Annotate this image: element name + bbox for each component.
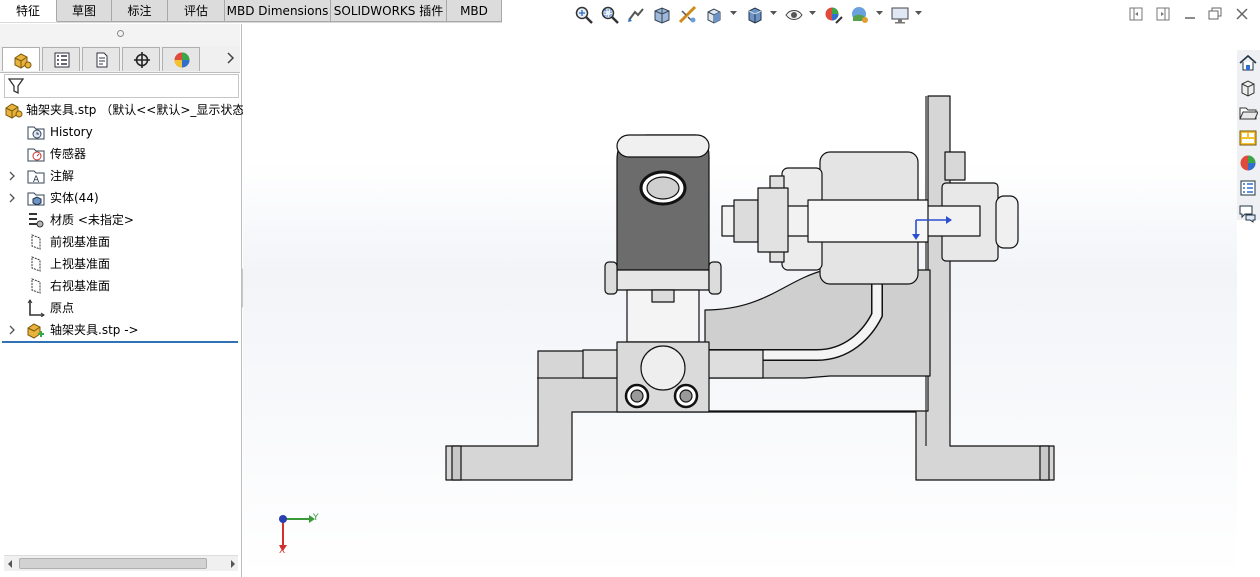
command-manager-tabs: 特征 草图 标注 评估 MBD Dimensions SOLIDWORKS 插件… [0, 0, 502, 23]
previous-view-icon[interactable] [626, 5, 646, 25]
custom-properties-icon[interactable] [1238, 178, 1258, 198]
plane-icon [27, 255, 45, 273]
task-pane [1237, 50, 1260, 223]
tree-item-solid-bodies[interactable]: 实体(44) [0, 188, 240, 208]
history-folder-icon [27, 123, 45, 141]
hide-show-items-icon[interactable] [784, 5, 804, 25]
tree-item-origin[interactable]: 原点 [0, 298, 240, 318]
imported-part-icon [27, 321, 45, 339]
forum-icon[interactable] [1238, 203, 1258, 223]
close-icon[interactable] [1234, 6, 1250, 22]
tab-solidworks-addins[interactable]: SOLIDWORKS 插件 [331, 0, 447, 22]
chevron-down-icon[interactable] [809, 9, 816, 16]
tab-sketch[interactable]: 草图 [57, 0, 112, 22]
restore-icon[interactable] [1207, 6, 1223, 22]
edit-appearance-icon[interactable] [824, 5, 844, 25]
tab-markup[interactable]: 标注 [112, 0, 168, 22]
tree-item-front-plane[interactable]: 前视基准面 [0, 232, 240, 252]
tree-item-top-plane[interactable]: 上视基准面 [0, 254, 240, 274]
origin-icon [27, 299, 45, 317]
manager-tabs [0, 46, 240, 73]
tab-features[interactable]: 特征 [0, 0, 57, 22]
zoom-to-area-icon[interactable] [600, 5, 620, 25]
chevron-right-icon[interactable] [224, 51, 236, 65]
material-icon [27, 211, 45, 229]
expand-arrow-icon[interactable] [8, 325, 16, 335]
model-view[interactable] [243, 24, 1237, 577]
tab-evaluate[interactable]: 评估 [168, 0, 225, 22]
plane-icon [27, 233, 45, 251]
tree-item-material[interactable]: 材质 <未指定> [0, 210, 240, 230]
tree-item-label: 前视基准面 [50, 235, 111, 249]
section-view-icon[interactable] [652, 5, 672, 25]
chevron-down-icon[interactable] [730, 9, 737, 16]
plane-icon [27, 277, 45, 295]
dimxpertmanager-icon[interactable] [122, 47, 160, 71]
tree-item-label: 注解 [50, 169, 75, 183]
triad-y-label: Y [313, 513, 319, 523]
tab-mbd[interactable]: MBD [447, 0, 502, 22]
tree-item-annotations[interactable]: A 注解 [0, 166, 240, 186]
tree-item-history[interactable]: History [0, 122, 240, 142]
tree-item-label: 上视基准面 [50, 257, 111, 271]
featuremanager-tree-icon[interactable] [2, 47, 40, 71]
tile-left-icon[interactable] [1128, 6, 1144, 22]
annotations-folder-icon: A [27, 167, 45, 185]
tree-filter[interactable] [4, 74, 239, 98]
tree-item-label: 轴架夹具.stp -> [50, 323, 139, 337]
configurationmanager-icon[interactable] [82, 47, 120, 71]
tree-item-label: History [50, 125, 93, 139]
expand-arrow-icon[interactable] [8, 171, 16, 181]
panel-grip[interactable] [0, 24, 240, 47]
scroll-right-icon[interactable] [229, 558, 237, 572]
triad-x-label: X [279, 546, 286, 556]
tree-item-right-plane[interactable]: 右视基准面 [0, 276, 240, 296]
scrollbar-thumb[interactable] [19, 558, 207, 569]
sensors-folder-icon [27, 145, 45, 163]
svg-text:A: A [33, 175, 40, 185]
tree-root[interactable]: 轴架夹具.stp （默认<<默认>_显示状态 [0, 100, 244, 120]
apply-scene-icon[interactable] [850, 5, 870, 25]
featuremanager-panel: 轴架夹具.stp （默认<<默认>_显示状态 History 传感器 A 注解 … [0, 24, 244, 577]
tree-item-sensors[interactable]: 传感器 [0, 144, 240, 164]
solid-bodies-folder-icon [27, 189, 45, 207]
tree-item-label: 材质 <未指定> [50, 213, 134, 227]
part-icon [5, 101, 23, 119]
display-style-icon[interactable] [745, 5, 765, 25]
graphics-area[interactable]: Y X [243, 24, 1237, 577]
tree-item-label: 传感器 [50, 147, 87, 161]
filter-icon[interactable] [8, 77, 24, 95]
view-settings-icon[interactable] [890, 5, 910, 25]
file-explorer-icon[interactable] [1238, 103, 1258, 123]
rollback-bar[interactable] [2, 341, 238, 343]
chevron-down-icon[interactable] [915, 9, 922, 16]
tree-item-label: 右视基准面 [50, 279, 111, 293]
tab-mbd-dimensions[interactable]: MBD Dimensions [225, 0, 331, 22]
dynamic-annotation-view-icon[interactable] [678, 5, 698, 25]
propertymanager-icon[interactable] [42, 47, 80, 71]
tree-item-imported-part[interactable]: 轴架夹具.stp -> [0, 320, 240, 340]
view-palette-icon[interactable] [1238, 128, 1258, 148]
zoom-to-fit-icon[interactable] [574, 5, 594, 25]
solidworks-resources-icon[interactable] [1238, 53, 1258, 73]
expand-arrow-icon[interactable] [8, 193, 16, 203]
tree-item-label: 原点 [50, 301, 75, 315]
appearances-scenes-icon[interactable] [1238, 153, 1258, 173]
minimize-icon[interactable] [1182, 6, 1198, 22]
chevron-down-icon[interactable] [770, 9, 777, 16]
tree-item-label: 实体(44) [50, 191, 99, 205]
tree-root-label: 轴架夹具.stp （默认<<默认>_显示状态 [26, 103, 245, 117]
scroll-left-icon[interactable] [6, 558, 14, 572]
horizontal-scrollbar[interactable] [4, 555, 238, 571]
chevron-down-icon[interactable] [876, 9, 883, 16]
view-orientation-icon[interactable] [704, 5, 724, 25]
design-library-icon[interactable] [1238, 78, 1258, 98]
displaymanager-icon[interactable] [162, 47, 200, 71]
tile-right-icon[interactable] [1155, 6, 1171, 22]
